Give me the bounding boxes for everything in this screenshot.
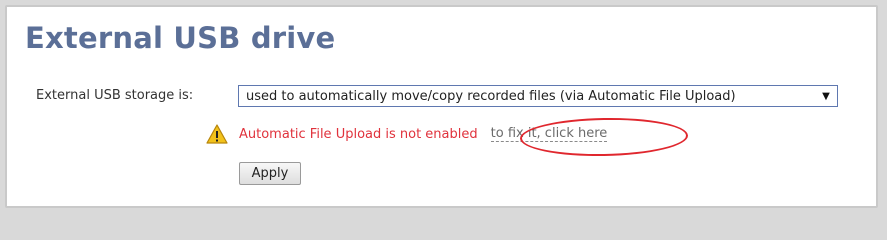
warning-triangle-icon — [206, 124, 228, 144]
usb-settings-panel: External USB drive External USB storage … — [5, 5, 878, 208]
page-title: External USB drive — [25, 21, 336, 55]
usb-storage-label: External USB storage is: — [36, 88, 194, 103]
fix-it-link[interactable]: to fix it, click here — [490, 126, 608, 142]
warning-message: Automatic File Upload is not enabled — [239, 126, 478, 142]
apply-button[interactable]: Apply — [239, 162, 301, 185]
usb-storage-select[interactable]: used to automatically move/copy recorded… — [238, 85, 838, 107]
warning-row: Automatic File Upload is not enabled to … — [206, 121, 608, 147]
dropdown-arrow-icon[interactable]: ▼ — [819, 91, 833, 102]
usb-storage-selected-value: used to automatically move/copy recorded… — [246, 88, 736, 104]
